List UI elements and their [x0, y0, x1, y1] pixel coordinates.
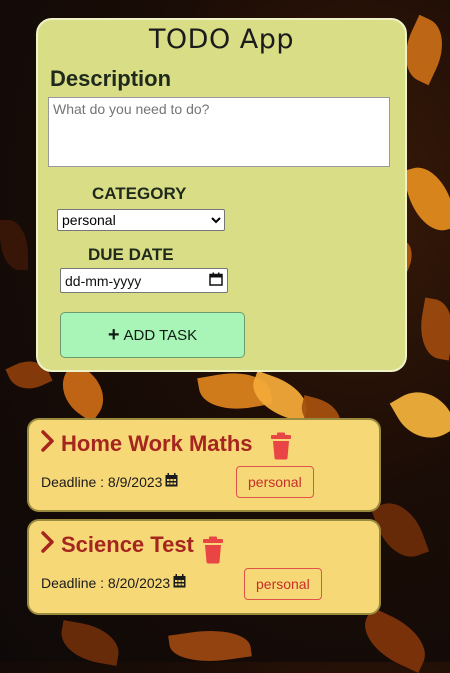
deadline-text: Deadline : 8/20/2023 — [41, 574, 171, 591]
task-form-card: TODO App Description CATEGORY personal D… — [36, 18, 407, 372]
category-select[interactable]: personal — [57, 209, 225, 231]
due-date-input[interactable]: dd-mm-yyyy — [60, 268, 228, 293]
deadline-text: Deadline : 8/9/2023 — [41, 473, 163, 490]
calendar-icon — [173, 574, 186, 591]
task-card: Home Work Maths Deadline : 8/9/2023 pers… — [27, 418, 381, 512]
task-title: Home Work Maths — [61, 431, 253, 456]
calendar-icon — [165, 473, 178, 490]
description-input[interactable] — [48, 97, 390, 167]
add-task-button[interactable]: + ADD TASK — [60, 312, 245, 358]
chevron-right-icon[interactable] — [41, 430, 55, 458]
plus-icon: + — [107, 324, 120, 346]
add-task-label: ADD TASK — [123, 326, 198, 344]
due-date-placeholder: dd-mm-yyyy — [65, 272, 142, 289]
category-badge: personal — [244, 568, 322, 600]
trash-icon[interactable] — [270, 432, 292, 460]
task-card: Science Test Deadline : 8/20/2023 person… — [27, 519, 381, 615]
deadline-row: Deadline : 8/20/2023 — [41, 574, 186, 591]
app-title: TODO App — [148, 24, 295, 55]
category-label: CATEGORY — [92, 184, 187, 203]
task-title: Science Test — [61, 532, 194, 557]
calendar-icon[interactable] — [209, 272, 223, 289]
trash-icon[interactable] — [202, 536, 224, 564]
due-date-label: DUE DATE — [88, 245, 174, 264]
deadline-row: Deadline : 8/9/2023 — [41, 473, 178, 490]
category-badge: personal — [236, 466, 314, 498]
task-title-row[interactable]: Science Test — [41, 531, 194, 559]
task-title-row[interactable]: Home Work Maths — [41, 430, 253, 458]
chevron-right-icon[interactable] — [41, 531, 55, 559]
description-label: Description — [50, 66, 172, 91]
